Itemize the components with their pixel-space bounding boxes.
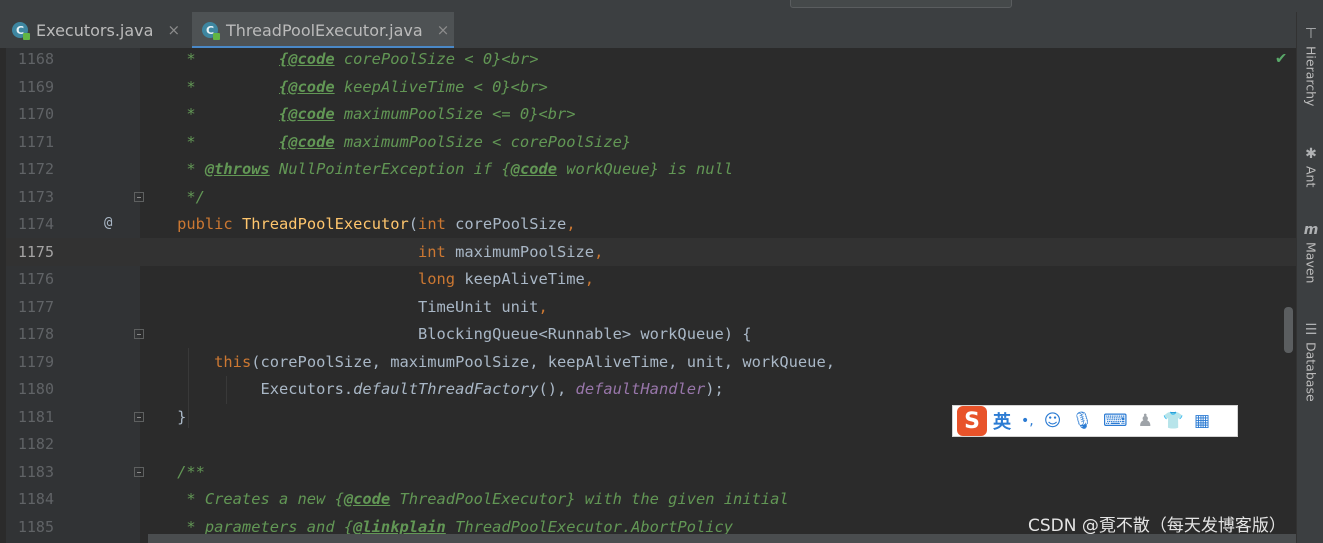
tool-window-database[interactable]: ☰ Database [1298,322,1323,402]
code-line-1176: long keepAliveTime, [417,270,595,288]
line-number: 1177 [17,297,54,316]
tab-executors-java[interactable]: C Executors.java × [12,12,188,48]
user-icon[interactable]: ♟ [1138,411,1153,431]
keyboard-icon[interactable]: ⌨ [1103,411,1128,431]
code-line-1175: int maximumPoolSize, [417,242,604,261]
java-class-icon: C [202,22,220,40]
code-line-1181: } [140,407,187,426]
emoji-icon[interactable]: ☺ [1044,411,1062,431]
inspection-ok-icon[interactable]: ✔ [1276,48,1286,68]
hierarchy-icon: ⊤ [1304,26,1318,42]
tab-label: Executors.java [36,20,154,40]
code-line-1183: /** [140,462,205,481]
editor-tab-bar: C Executors.java × C ThreadPoolExecutor.… [0,12,1300,49]
tool-window-ant[interactable]: ✱ Ant [1298,146,1323,187]
line-number: 1169 [17,77,54,96]
code-line-1169: * {@code keepAliveTime < 0}<br> [140,77,548,96]
code-line-1168: * {@code corePoolSize < 0}<br> [140,50,539,68]
code-line-1177: TimeUnit unit, [417,297,548,316]
code-editor[interactable]: @ 1168 1169 1170 1171 1172 1173 1174 117… [0,48,1296,543]
line-number: 1178 [17,325,54,343]
ime-toolbar[interactable]: S 英 •, ☺ 🎙 ⌨ ♟ 👕 ▦ [952,405,1238,437]
tool-window-maven[interactable]: m Maven [1298,222,1323,283]
line-number: 1176 [17,270,54,288]
microphone-icon[interactable]: 🎙 [1071,411,1093,431]
ime-mode-toggle[interactable]: 英 [993,408,1011,434]
line-number: 1168 [17,50,54,68]
code-line-1179: this(corePoolSize, maximumPoolSize, keep… [214,352,835,371]
tab-label: ThreadPoolExecutor.java [226,20,423,40]
ant-icon: ✱ [1305,146,1317,162]
right-tool-window-bar: ⊤ Hierarchy ✱ Ant m Maven ☰ Database [1296,12,1323,543]
line-number: 1179 [17,352,54,371]
code-line-1178: BlockingQueue<Runnable> workQueue) { [417,325,752,343]
tool-window-hierarchy[interactable]: ⊤ Hierarchy [1298,26,1323,106]
override-gutter-marker[interactable]: @ [104,210,112,238]
line-number: 1174 [17,215,54,233]
code-line-1173: */ [140,187,205,206]
toolbox-grid-icon[interactable]: ▦ [1194,411,1210,431]
database-icon: ☰ [1304,322,1318,338]
code-line-1170: * {@code maximumPoolSize <= 0}<br> [140,105,576,123]
line-number: 1184 [17,490,54,508]
watermark: CSDN @覔不散（每天发博客版） [1028,516,1286,536]
skin-shirt-icon[interactable]: 👕 [1163,411,1184,431]
search-everywhere-box[interactable] [790,0,1012,8]
close-tab-icon[interactable]: × [167,21,180,39]
title-bar [0,0,1323,12]
line-number: 1170 [17,105,54,123]
sogou-logo-icon[interactable]: S [957,406,987,436]
line-number: 1180 [17,380,54,398]
line-number: 1173 [17,187,54,206]
code-line-1184: * Creates a new {@code ThreadPoolExecuto… [140,490,789,508]
code-line-1174: public ThreadPoolExecutor(int corePoolSi… [177,215,576,233]
line-number: 1185 [17,517,54,536]
code-line-1171: * {@code maximumPoolSize < corePoolSize} [140,132,632,151]
punctuation-toggle[interactable]: •, [1021,413,1034,429]
tab-threadpoolexecutor-java[interactable]: C ThreadPoolExecutor.java × [192,12,454,49]
code-line-1172: * @throws NullPointerException if {@code… [140,160,734,178]
code-line-1180: Executors.defaultThreadFactory(), defaul… [260,380,724,398]
line-number: 1183 [17,462,54,481]
line-number-current: 1175 [17,242,54,261]
line-number: 1181 [17,407,54,426]
java-class-icon: C [12,22,30,40]
line-number: 1182 [17,435,54,453]
vertical-scrollbar-thumb[interactable] [1284,307,1293,353]
maven-icon: m [1303,222,1319,238]
close-tab-icon[interactable]: × [437,21,450,39]
line-number: 1171 [17,132,54,151]
line-number: 1172 [17,160,54,178]
